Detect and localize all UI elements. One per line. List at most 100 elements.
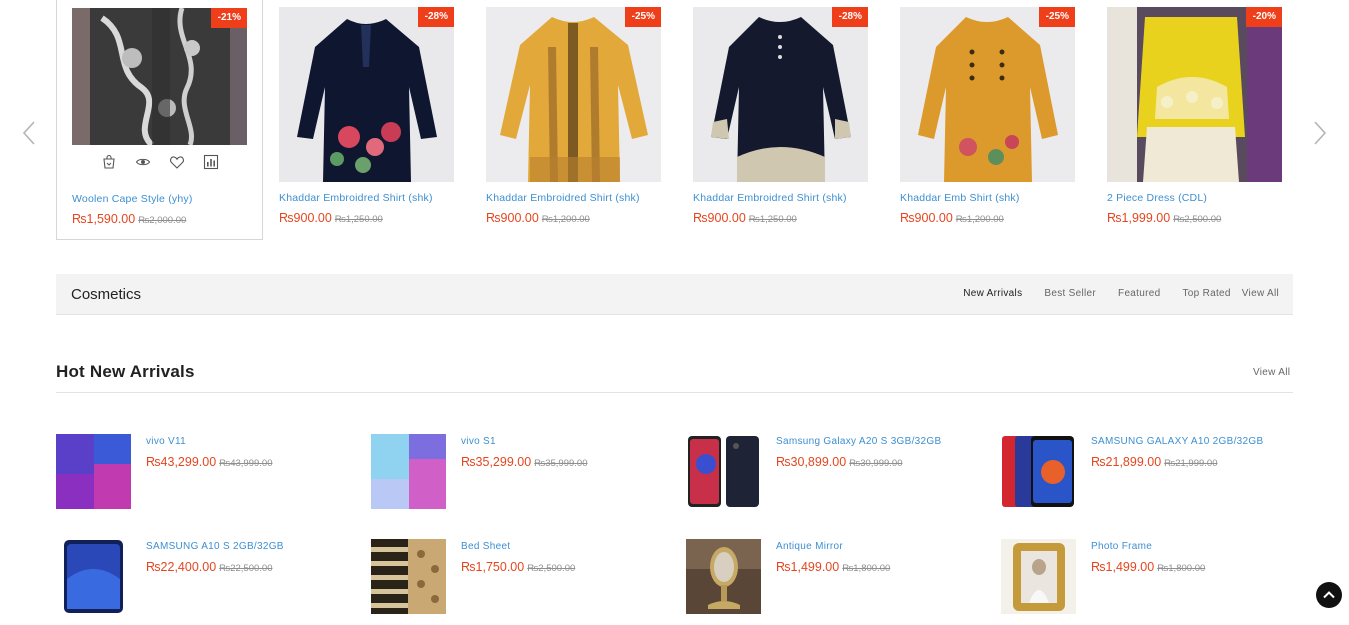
price-current: ₨1,750.00 [461, 560, 525, 574]
tab-best-seller[interactable]: Best Seller [1044, 288, 1096, 299]
product-card[interactable]: -25% Khaddar Embroidred Shirt (shk) ₨900… [471, 0, 678, 240]
heart-icon[interactable] [169, 154, 185, 170]
chevron-up-icon [1323, 591, 1335, 599]
price-old: ₨22,500.00 [219, 563, 273, 574]
product-card[interactable]: -20% 2 Piece Dress (CDL) ₨1,999.00 ₨2,500… [1092, 0, 1299, 240]
product-name[interactable]: Antique Mirror [776, 541, 843, 552]
price-current: ₨43,299.00 [146, 455, 217, 469]
product-price: ₨30,899.00 ₨30,999.00 [776, 453, 903, 471]
price-current: ₨900.00 [486, 211, 539, 225]
product-thumbnail[interactable] [56, 434, 131, 509]
cart-icon[interactable] [101, 154, 117, 170]
product-name[interactable]: vivo V11 [146, 436, 186, 447]
price-current: ₨1,499.00 [1091, 560, 1155, 574]
product-image[interactable]: -28% [693, 7, 868, 182]
product-card[interactable]: -21% Woolen Cape Style (yhy) ₨1,590.00 ₨2… [56, 0, 263, 240]
price-old: ₨1,250.00 [748, 214, 797, 225]
price-old: ₨1,800.00 [1157, 563, 1206, 574]
list-item: Photo Frame ₨1,499.00 ₨1,800.00 [1001, 539, 1301, 619]
product-actions [72, 154, 247, 172]
price-old: ₨2,500.00 [527, 563, 576, 574]
product-price: ₨1,999.00 ₨2,500.00 [1107, 209, 1221, 227]
product-card[interactable]: -28% Khaddar Embroidred Shirt (shk) ₨900… [678, 0, 885, 240]
list-item: Bed Sheet ₨1,750.00 ₨2,500.00 [371, 539, 671, 619]
price-old: ₨2,000.00 [138, 215, 187, 226]
view-all-link[interactable]: View All [1253, 367, 1290, 378]
section-divider [56, 392, 1293, 393]
tab-featured[interactable]: Featured [1118, 288, 1160, 299]
tab-new-arrivals[interactable]: New Arrivals [963, 288, 1022, 299]
product-name[interactable]: Khaddar Embroidred Shirt (shk) [279, 192, 433, 204]
product-price: ₨1,499.00 ₨1,800.00 [1091, 558, 1205, 576]
product-price: ₨21,899.00 ₨21,999.00 [1091, 453, 1218, 471]
product-name[interactable]: vivo S1 [461, 436, 496, 447]
product-image[interactable]: -20% [1107, 7, 1282, 182]
product-card[interactable]: -25% Khaddar Emb Shirt (shk) ₨900.00 ₨1,2… [885, 0, 1092, 240]
product-name[interactable]: Khaddar Embroidred Shirt (shk) [693, 192, 847, 204]
product-name[interactable]: Woolen Cape Style (yhy) [72, 193, 193, 205]
view-all-link[interactable]: View All [1242, 288, 1279, 299]
product-carousel: -21% Woolen Cape Style (yhy) ₨1,590.00 ₨2… [0, 0, 1349, 245]
price-current: ₨1,499.00 [776, 560, 840, 574]
product-name[interactable]: Khaddar Embroidred Shirt (shk) [486, 192, 640, 204]
price-old: ₨35,999.00 [534, 458, 588, 469]
eye-icon[interactable] [135, 154, 151, 170]
price-old: ₨2,500.00 [1173, 214, 1222, 225]
price-old: ₨1,200.00 [541, 214, 590, 225]
product-price: ₨900.00 ₨1,250.00 [693, 209, 797, 227]
discount-badge: -25% [624, 7, 661, 27]
product-price: ₨1,590.00 ₨2,000.00 [72, 210, 186, 228]
product-price: ₨900.00 ₨1,200.00 [486, 209, 590, 227]
product-price: ₨1,750.00 ₨2,500.00 [461, 558, 575, 576]
scroll-to-top-button[interactable] [1316, 582, 1342, 608]
price-current: ₨1,590.00 [72, 212, 136, 226]
list-item: vivo V11 ₨43,299.00 ₨43,999.00 [56, 434, 356, 514]
product-name[interactable]: Khaddar Emb Shirt (shk) [900, 192, 1020, 204]
carousel-next-arrow-icon[interactable] [1307, 118, 1331, 148]
discount-badge: -28% [417, 7, 454, 27]
product-price: ₨22,400.00 ₨22,500.00 [146, 558, 273, 576]
discount-badge: -25% [1038, 7, 1075, 27]
product-image[interactable]: -25% [900, 7, 1075, 182]
tab-top-rated[interactable]: Top Rated [1182, 288, 1230, 299]
product-image[interactable]: -25% [486, 7, 661, 182]
product-name[interactable]: SAMSUNG GALAXY A10 2GB/32GB [1091, 436, 1263, 447]
category-title: Cosmetics [71, 286, 142, 303]
product-name[interactable]: SAMSUNG A10 S 2GB/32GB [146, 541, 284, 552]
product-name[interactable]: 2 Piece Dress (CDL) [1107, 192, 1207, 204]
product-thumbnail[interactable] [371, 434, 446, 509]
product-image[interactable]: -21% [72, 8, 247, 145]
product-thumbnail[interactable] [686, 434, 761, 509]
price-current: ₨22,400.00 [146, 560, 217, 574]
discount-badge: -20% [1245, 7, 1282, 27]
product-thumbnail[interactable] [56, 539, 131, 614]
list-item: SAMSUNG A10 S 2GB/32GB ₨22,400.00 ₨22,500… [56, 539, 356, 619]
price-current: ₨1,999.00 [1107, 211, 1171, 225]
product-name[interactable]: Bed Sheet [461, 541, 510, 552]
product-name[interactable]: Photo Frame [1091, 541, 1152, 552]
product-price: ₨35,299.00 ₨35,999.00 [461, 453, 588, 471]
product-name[interactable]: Samsung Galaxy A20 S 3GB/32GB [776, 436, 941, 447]
price-old: ₨1,800.00 [842, 563, 891, 574]
list-item: Samsung Galaxy A20 S 3GB/32GB ₨30,899.00… [686, 434, 986, 514]
price-old: ₨30,999.00 [849, 458, 903, 469]
list-item: Antique Mirror ₨1,499.00 ₨1,800.00 [686, 539, 986, 619]
product-price: ₨900.00 ₨1,200.00 [900, 209, 1004, 227]
product-price: ₨1,499.00 ₨1,800.00 [776, 558, 890, 576]
price-old: ₨1,250.00 [334, 214, 383, 225]
list-item: SAMSUNG GALAXY A10 2GB/32GB ₨21,899.00 ₨2… [1001, 434, 1301, 514]
price-current: ₨900.00 [900, 211, 953, 225]
price-current: ₨35,299.00 [461, 455, 532, 469]
price-old: ₨21,999.00 [1164, 458, 1218, 469]
product-thumbnail[interactable] [371, 539, 446, 614]
price-old: ₨43,999.00 [219, 458, 273, 469]
product-price: ₨900.00 ₨1,250.00 [279, 209, 383, 227]
product-thumbnail[interactable] [686, 539, 761, 614]
price-current: ₨900.00 [693, 211, 746, 225]
product-card[interactable]: -28% Khaddar Embroidred Shirt (shk) ₨900… [264, 0, 471, 240]
product-thumbnail[interactable] [1001, 434, 1076, 509]
product-thumbnail[interactable] [1001, 539, 1076, 614]
product-image[interactable]: -28% [279, 7, 454, 182]
compare-icon[interactable] [203, 154, 219, 170]
carousel-prev-arrow-icon[interactable] [18, 118, 42, 148]
